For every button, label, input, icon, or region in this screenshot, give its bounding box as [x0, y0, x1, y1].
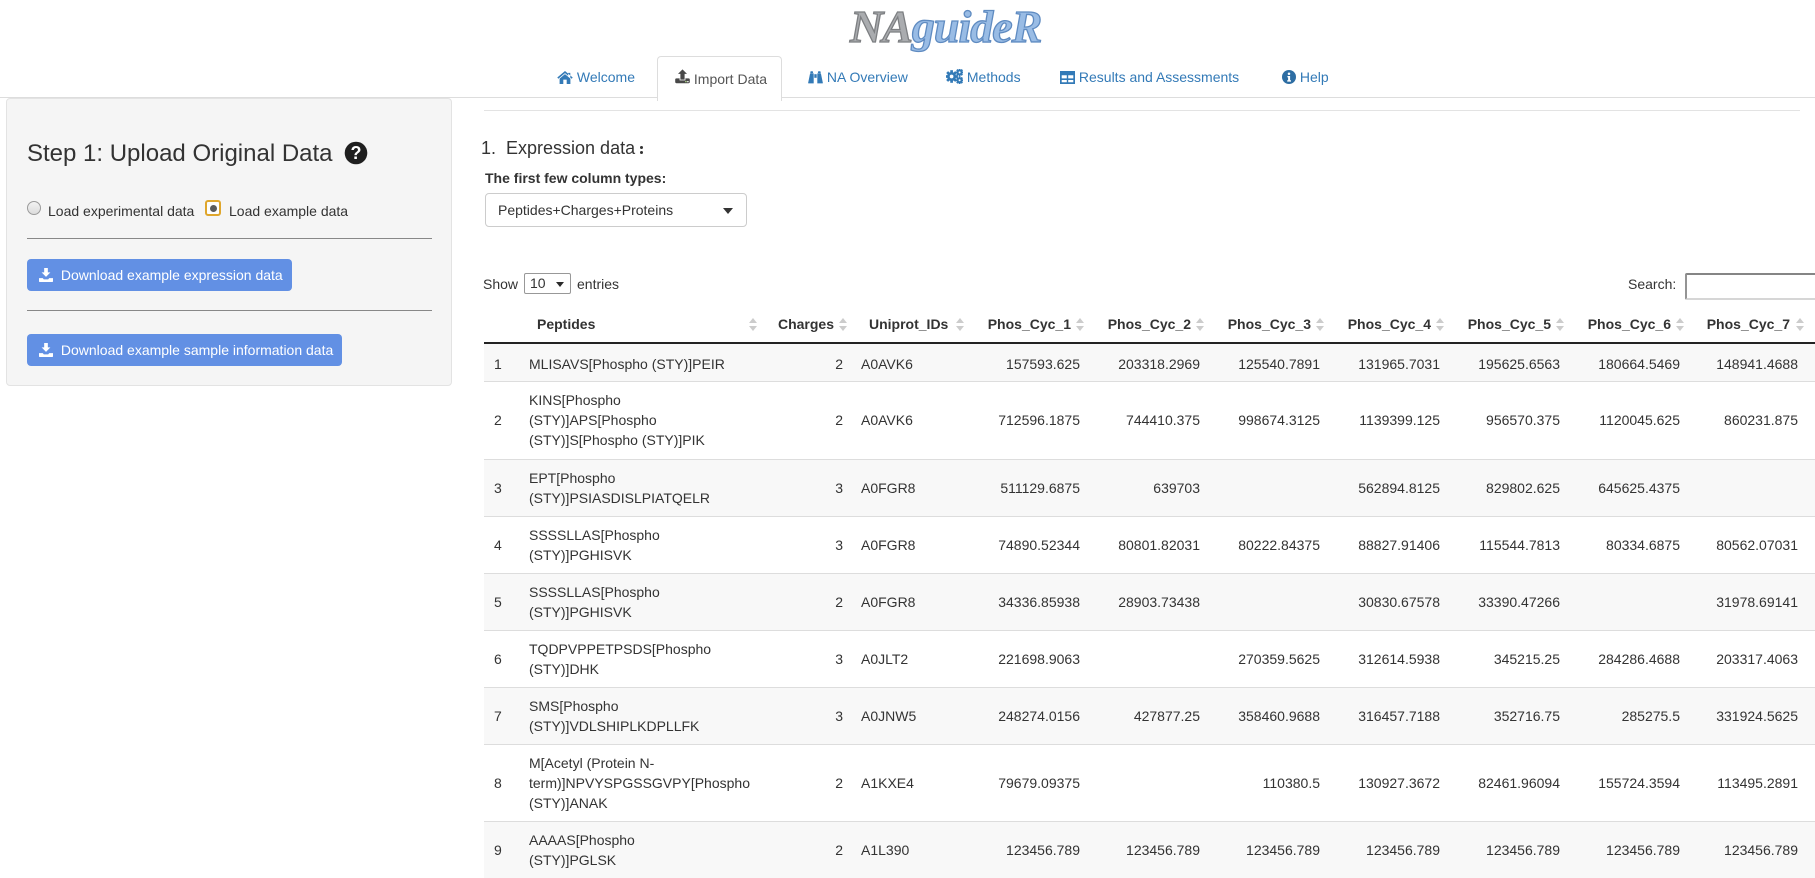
svg-text:?: ? — [351, 143, 362, 163]
svg-text:NAguideR: NAguideR — [849, 1, 1041, 52]
